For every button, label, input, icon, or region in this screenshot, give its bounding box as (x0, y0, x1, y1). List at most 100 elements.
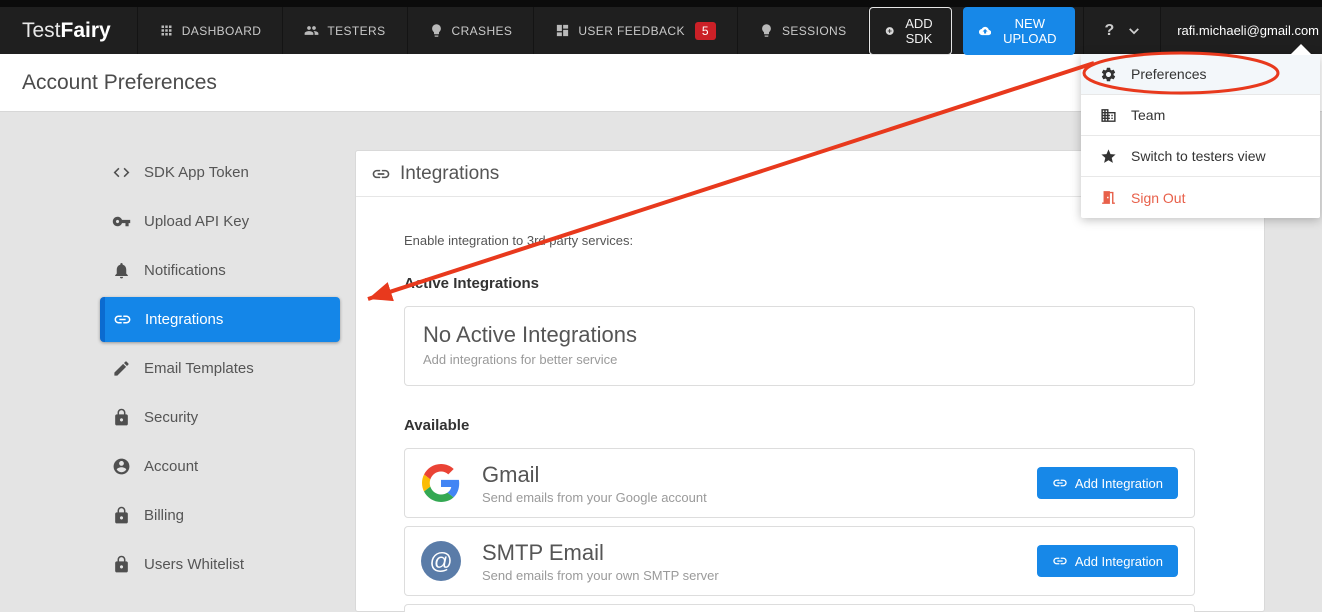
available-heading: Available (404, 417, 1195, 434)
add-integration-button-smtp[interactable]: Add Integration (1037, 545, 1178, 577)
integration-row-smtp: @ SMTP Email Send emails from your own S… (404, 526, 1195, 596)
google-logo (421, 463, 461, 503)
lock-icon (112, 555, 131, 574)
add-sdk-label: ADD SDK (902, 16, 936, 46)
sidebar-item-notifications[interactable]: Notifications (100, 248, 340, 293)
building-icon (1100, 107, 1117, 124)
nav-item-testers[interactable]: TESTERS (282, 7, 406, 54)
sidebar-item-label: Integrations (145, 311, 223, 328)
integration-row-gmail: Gmail Send emails from your Google accou… (404, 448, 1195, 518)
nav-item-label: SESSIONS (782, 24, 847, 38)
empty-state-title: No Active Integrations (423, 322, 1176, 348)
nav-item-user-feedback[interactable]: USER FEEDBACK 5 (533, 7, 737, 54)
integrations-panel: Integrations Enable integration to 3rd p… (355, 150, 1265, 612)
integration-name: SMTP Email (482, 540, 719, 566)
sidebar-item-label: Upload API Key (144, 213, 249, 230)
grid-icon (159, 23, 174, 38)
menu-item-switch-to-testers-view[interactable]: Switch to testers view (1081, 136, 1320, 177)
link-icon (1052, 553, 1068, 569)
panel-body: Enable integration to 3rd party services… (356, 197, 1264, 612)
sidebar-item-email-templates[interactable]: Email Templates (100, 346, 340, 391)
sidebar-item-label: Billing (144, 507, 184, 524)
logo-text-light: Test (22, 19, 61, 43)
door-icon (1100, 189, 1117, 206)
person-icon (112, 457, 131, 476)
menu-item-sign-out[interactable]: Sign Out (1081, 177, 1320, 218)
empty-state-subtitle: Add integrations for better service (423, 352, 1176, 367)
nav-item-sessions[interactable]: SESSIONS (737, 7, 869, 54)
bulb-icon (759, 23, 774, 38)
lock-icon (112, 506, 131, 525)
nav-item-label: DASHBOARD (182, 24, 262, 38)
tiles-icon (555, 23, 570, 38)
sidebar-item-label: Notifications (144, 262, 226, 279)
add-integration-label: Add Integration (1075, 554, 1163, 569)
dropdown-caret (1290, 44, 1312, 55)
add-integration-label: Add Integration (1075, 476, 1163, 491)
code-icon (112, 163, 131, 182)
menu-item-team[interactable]: Team (1081, 95, 1320, 136)
people-icon (304, 23, 319, 38)
gear-icon (1100, 66, 1117, 83)
integration-info: Gmail Send emails from your Google accou… (482, 462, 707, 505)
plus-circle-icon (885, 23, 894, 39)
sidebar-item-security[interactable]: Security (100, 395, 340, 440)
account-email: rafi.michaeli@gmail.com (1177, 23, 1319, 38)
link-icon (1052, 475, 1068, 491)
pencil-icon (112, 359, 131, 378)
help-label: ? (1104, 22, 1114, 40)
cloud-upload-icon (979, 24, 991, 38)
sidebar-item-label: SDK App Token (144, 164, 249, 181)
new-upload-label: NEW UPLOAD (1000, 16, 1059, 46)
integration-description: Send emails from your Google account (482, 490, 707, 505)
nav-item-crashes[interactable]: CRASHES (407, 7, 534, 54)
lock-icon (112, 408, 131, 427)
intro-text: Enable integration to 3rd party services… (404, 233, 1195, 248)
smtp-at-logo: @ (421, 541, 461, 581)
sidebar-item-account[interactable]: Account (100, 444, 340, 489)
new-upload-button[interactable]: NEW UPLOAD (963, 7, 1075, 55)
top-navbar: TestFairy DASHBOARD TESTERS CRASHES USER… (0, 7, 1322, 54)
logo-text-bold: Fairy (61, 19, 111, 43)
bell-icon (112, 261, 131, 280)
menu-item-preferences[interactable]: Preferences (1081, 54, 1320, 95)
sidebar-item-label: Users Whitelist (144, 556, 244, 573)
navbar-right-group: ADD SDK NEW UPLOAD ? rafi.michaeli@gmail… (869, 7, 1322, 54)
sidebar-item-billing[interactable]: Billing (100, 493, 340, 538)
integration-info: SMTP Email Send emails from your own SMT… (482, 540, 719, 583)
integration-row-slack: Slack Add Integration (404, 604, 1195, 612)
sidebar-item-upload-api-key[interactable]: Upload API Key (100, 199, 340, 244)
feedback-count-badge: 5 (695, 22, 716, 40)
help-menu[interactable]: ? (1083, 7, 1160, 54)
page-title: Account Preferences (22, 71, 217, 95)
integration-description: Send emails from your own SMTP server (482, 568, 719, 583)
sidebar-item-label: Security (144, 409, 198, 426)
menu-item-label: Team (1131, 107, 1165, 123)
chevron-down-icon (1128, 27, 1140, 35)
sidebar-item-label: Email Templates (144, 360, 254, 377)
active-integrations-heading: Active Integrations (404, 275, 1195, 292)
sidebar-item-sdk-app-token[interactable]: SDK App Token (100, 150, 340, 195)
bulb-icon (429, 23, 444, 38)
add-integration-button-gmail[interactable]: Add Integration (1037, 467, 1178, 499)
key-icon (112, 212, 131, 231)
nav-item-label: USER FEEDBACK (578, 24, 685, 38)
panel-title: Integrations (400, 163, 499, 185)
menu-item-label: Preferences (1131, 66, 1206, 82)
link-icon (371, 164, 391, 184)
nav-item-dashboard[interactable]: DASHBOARD (137, 7, 283, 54)
sidebar-item-integrations[interactable]: Integrations (100, 297, 340, 342)
nav-item-label: TESTERS (327, 24, 385, 38)
window-top-strip (0, 0, 1322, 7)
menu-item-label: Switch to testers view (1131, 148, 1266, 164)
integration-name: Gmail (482, 462, 707, 488)
sidebar-item-users-whitelist[interactable]: Users Whitelist (100, 542, 340, 587)
link-icon (113, 310, 132, 329)
no-active-integrations-card: No Active Integrations Add integrations … (404, 306, 1195, 386)
sidebar-item-label: Account (144, 458, 198, 475)
account-dropdown-menu: Preferences Team Switch to testers view … (1081, 54, 1320, 218)
testfairy-logo[interactable]: TestFairy (0, 7, 137, 54)
nav-item-label: CRASHES (452, 24, 513, 38)
star-icon (1100, 148, 1117, 165)
add-sdk-button[interactable]: ADD SDK (869, 7, 952, 55)
